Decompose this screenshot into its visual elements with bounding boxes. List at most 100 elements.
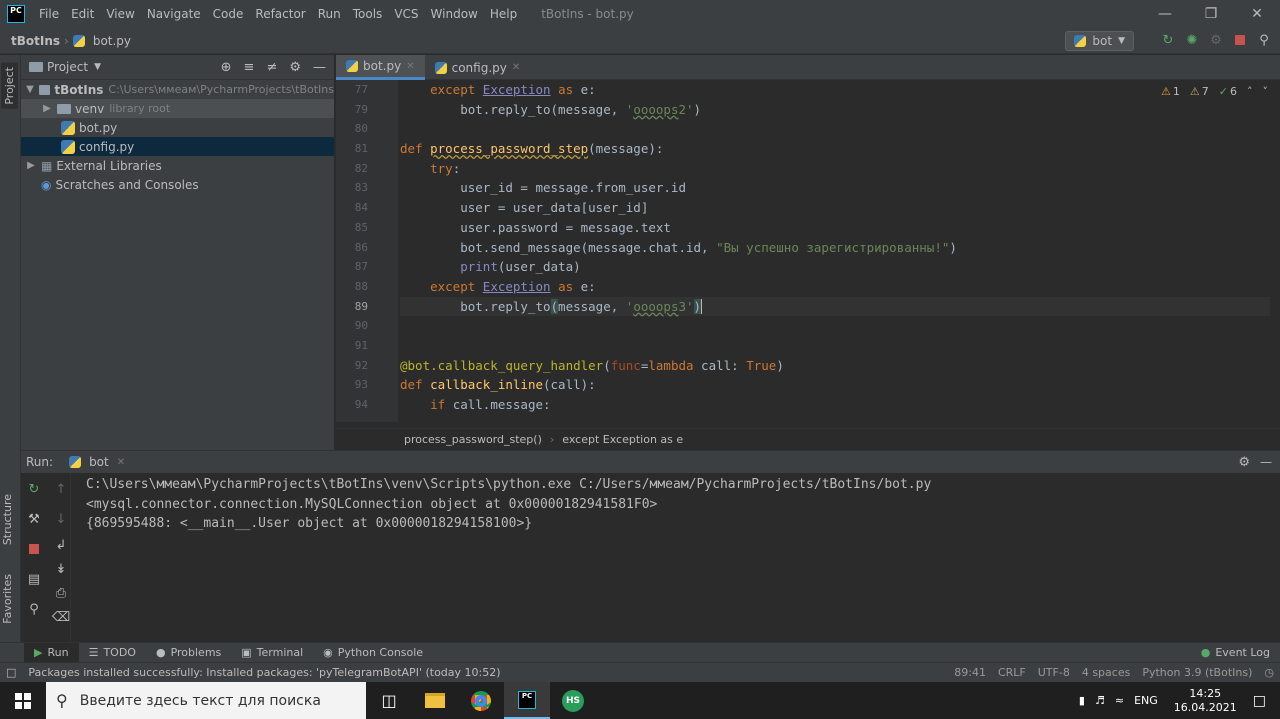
- volume-icon[interactable]: ♬: [1095, 694, 1105, 707]
- menu-view[interactable]: View: [100, 7, 140, 21]
- tool-run[interactable]: ▶ Run: [24, 642, 79, 663]
- tree-item-external-libraries[interactable]: ▶ ▦ External Libraries: [21, 156, 334, 175]
- gear-icon[interactable]: ⚙: [289, 60, 301, 75]
- trash-icon[interactable]: ⌫: [52, 609, 70, 625]
- battery-icon[interactable]: ▮: [1079, 694, 1085, 707]
- indent-setting[interactable]: 4 spaces: [1076, 666, 1137, 679]
- tool-event-log[interactable]: ● Event Log: [1191, 643, 1280, 663]
- debug-icon[interactable]: ✺: [1184, 32, 1200, 48]
- menu-file[interactable]: File: [33, 7, 65, 21]
- project-panel-title[interactable]: Project: [47, 60, 88, 74]
- tab-config-py[interactable]: config.py ✕: [425, 55, 531, 80]
- expand-all-icon[interactable]: ≡: [244, 60, 255, 75]
- code-line-current: bot.reply_to(message, 'oooops3'): [400, 296, 1270, 317]
- collapse-all-icon[interactable]: ≠: [266, 60, 277, 75]
- language-indicator[interactable]: ENG: [1134, 694, 1158, 707]
- close-icon[interactable]: ✕: [1234, 0, 1280, 28]
- wrench-icon[interactable]: ⚒: [26, 511, 42, 527]
- stop-icon[interactable]: [26, 541, 42, 557]
- chrome-icon[interactable]: [458, 682, 504, 719]
- taskbar-search[interactable]: ⚲ Введите здесь текст для поиска: [46, 682, 366, 719]
- code-area[interactable]: except Exception as e: bot.reply_to(mess…: [400, 80, 1270, 422]
- chevron-down-icon[interactable]: ▼: [25, 84, 35, 95]
- project-tool-tab[interactable]: Project: [1, 63, 18, 109]
- console-line: C:\Users\ммеам\PycharmProjects\tBotIns\v…: [86, 477, 932, 492]
- line-separator[interactable]: CRLF: [992, 666, 1032, 679]
- breadcrumb-block[interactable]: except Exception as e: [562, 433, 683, 446]
- status-message[interactable]: Packages installed successfully: Install…: [22, 666, 506, 679]
- tool-python-console[interactable]: ◉ Python Console: [313, 643, 433, 663]
- console-output[interactable]: C:\Users\ммеам\PycharmProjects\tBotIns\v…: [86, 475, 931, 534]
- breadcrumb-project[interactable]: tBotIns: [0, 34, 64, 48]
- caret-position[interactable]: 89:41: [948, 666, 992, 679]
- close-icon[interactable]: ✕: [512, 62, 520, 73]
- tree-item-tbotins[interactable]: ▼ tBotIns C:\Users\ммеам\PycharmProjects…: [21, 80, 334, 99]
- menu-window[interactable]: Window: [425, 7, 484, 21]
- scroll-to-end-icon[interactable]: ↡: [53, 561, 69, 577]
- soft-wrap-icon[interactable]: ↲: [53, 537, 69, 553]
- tool-label: Run: [47, 646, 69, 659]
- chevron-right-icon[interactable]: ▶: [41, 103, 53, 114]
- minimize-icon[interactable]: —: [1142, 0, 1188, 28]
- task-view-icon[interactable]: ◫: [366, 682, 412, 719]
- tree-item-config-py[interactable]: config.py: [21, 137, 334, 156]
- line-number: 93: [354, 378, 368, 392]
- status-toggle-icon[interactable]: □: [0, 666, 22, 679]
- menu-tools[interactable]: Tools: [347, 7, 389, 21]
- menu-code[interactable]: Code: [207, 7, 250, 21]
- hs-app-icon[interactable]: HS: [550, 682, 596, 719]
- pin-icon[interactable]: ⚲: [26, 601, 42, 617]
- rerun-icon[interactable]: ↻: [1160, 32, 1176, 48]
- layout-icon[interactable]: ▤: [26, 571, 42, 587]
- menu-help[interactable]: Help: [484, 7, 523, 21]
- clock[interactable]: 14:25 16.04.2021: [1168, 687, 1243, 715]
- event-log-icon: ●: [1200, 646, 1211, 659]
- tree-item-venv[interactable]: ▶ venv library root: [21, 99, 334, 118]
- close-icon[interactable]: ✕: [117, 457, 125, 468]
- stop-icon[interactable]: [1232, 32, 1248, 48]
- locate-icon[interactable]: ⊕: [221, 60, 232, 75]
- code-line: user_id = message.from_user.id: [400, 180, 686, 196]
- windows-taskbar: ⚲ Введите здесь текст для поиска ◫ PC HS…: [0, 682, 1280, 719]
- tool-terminal[interactable]: ▣ Terminal: [231, 643, 313, 663]
- menu-run[interactable]: Run: [312, 7, 347, 21]
- breadcrumb-file[interactable]: bot.py: [89, 34, 135, 48]
- tool-problems[interactable]: ● Problems: [146, 643, 231, 663]
- arrow-down-icon[interactable]: ↓: [53, 511, 69, 527]
- menu-navigate[interactable]: Navigate: [141, 7, 207, 21]
- close-icon[interactable]: ✕: [406, 61, 414, 72]
- file-encoding[interactable]: UTF-8: [1032, 666, 1076, 679]
- tab-bot-py[interactable]: bot.py ✕: [336, 55, 425, 80]
- menu-vcs[interactable]: VCS: [388, 7, 424, 21]
- line-number: 87: [354, 260, 368, 274]
- menu-edit[interactable]: Edit: [65, 7, 100, 21]
- tree-item-scratches[interactable]: ◉ Scratches and Consoles: [21, 175, 334, 194]
- python-interpreter[interactable]: Python 3.9 (tBotIns): [1136, 666, 1258, 679]
- tool-todo[interactable]: ☰ TODO: [79, 643, 146, 663]
- menu-refactor[interactable]: Refactor: [249, 7, 311, 21]
- list-icon: ☰: [88, 646, 99, 659]
- print-icon[interactable]: ⎙: [53, 585, 69, 601]
- hide-icon[interactable]: —: [1260, 455, 1272, 469]
- rerun-icon[interactable]: ↻: [26, 481, 42, 497]
- wifi-icon[interactable]: ≈: [1115, 694, 1124, 707]
- file-explorer-icon[interactable]: [412, 682, 458, 719]
- windows-start-icon[interactable]: [0, 682, 46, 719]
- breadcrumb-function[interactable]: process_password_step(): [404, 433, 542, 446]
- structure-tool-tab[interactable]: Structure: [1, 494, 14, 545]
- run-config-select[interactable]: bot ▼: [1065, 31, 1134, 51]
- pycharm-taskbar-icon[interactable]: PC: [504, 682, 550, 719]
- lock-icon[interactable]: ◷: [1258, 666, 1280, 679]
- chevron-right-icon[interactable]: ▶: [25, 160, 37, 171]
- search-icon[interactable]: ⚲: [1256, 32, 1272, 48]
- coverage-icon[interactable]: ⚙: [1208, 32, 1224, 48]
- notifications-icon[interactable]: □: [1253, 693, 1280, 709]
- run-tab-bot[interactable]: bot: [89, 455, 109, 469]
- tree-item-bot-py[interactable]: bot.py: [21, 118, 334, 137]
- chevron-down-icon[interactable]: ▼: [94, 62, 101, 72]
- arrow-up-icon[interactable]: ↑: [53, 481, 69, 497]
- line-number: 79: [354, 102, 368, 116]
- restore-icon[interactable]: ❐: [1188, 0, 1234, 28]
- hide-icon[interactable]: —: [313, 60, 326, 75]
- favorites-tool-tab[interactable]: Favorites: [1, 574, 14, 624]
